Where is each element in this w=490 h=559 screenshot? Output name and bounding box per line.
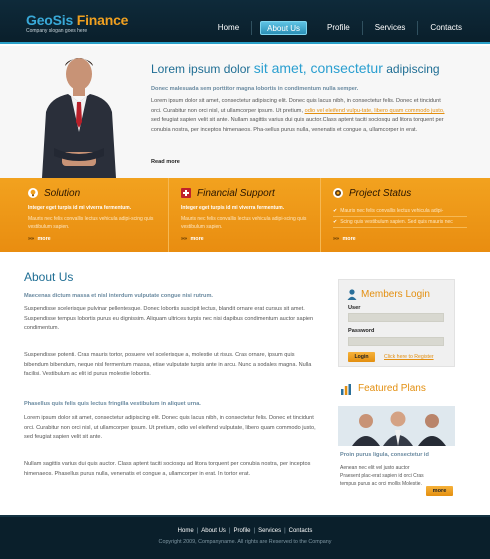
footer-link-contacts[interactable]: Contacts	[289, 528, 313, 534]
businessman-photo	[42, 58, 116, 178]
team-photo	[338, 406, 455, 446]
featured-text: Aenean nec elit vel justo auctor Praesen…	[340, 465, 424, 487]
solution-column: Solution Integer eget turpis id mi viver…	[16, 178, 171, 252]
footer-link-about[interactable]: About Us	[201, 528, 226, 534]
project-more-link[interactable]: »» more	[333, 236, 356, 242]
nav-about-us[interactable]: About Us	[260, 21, 308, 35]
logo-part-1: GeoSis	[26, 12, 74, 28]
solution-strong: Integer eget turpis id mi viverra fermen…	[28, 205, 132, 211]
hero-title-pre: Lorem ipsum dolor	[151, 62, 254, 76]
project-item-text: Mauris nec felis convallis lectus vehicu…	[340, 208, 444, 214]
project-status-column: Project Status ✔ Mauris nec felis convall…	[320, 178, 475, 252]
solution-text: Mauris nec felis convallis lectus vehicu…	[28, 216, 154, 230]
register-link[interactable]: Click here to Register	[384, 354, 434, 360]
project-status-list: ✔ Mauris nec felis convallis lectus vehic…	[333, 206, 467, 228]
about-paragraph-3: Lorem ipsum dolor sit amet, consectetur …	[24, 415, 316, 441]
main-nav: Home About Us Profile Services Contacts	[206, 21, 474, 35]
nav-services[interactable]: Services	[363, 21, 419, 35]
about-paragraph-4: Nullam sagittis varius dui quis auctor. …	[24, 461, 311, 477]
project-item-text: Scing quis vestibulum sapien. Sed quis m…	[340, 219, 453, 225]
about-subtitle-1: Maecenas dictum massa et nisl interdum v…	[24, 293, 213, 299]
hero-title-big: sit amet, consectetur	[253, 60, 383, 76]
hero-text-part-2: sed feugiat sapien velit sit ante. Nulla…	[151, 117, 444, 134]
nav-home[interactable]: Home	[206, 21, 253, 35]
status-icon	[333, 188, 343, 198]
arrows-icon: »»	[181, 236, 187, 242]
plus-icon	[181, 188, 191, 198]
footer-separator: |	[196, 528, 199, 534]
solution-title: Solution	[44, 188, 81, 199]
hero-subtitle: Donec malesuada sem porttitor magna lobo…	[151, 86, 359, 92]
read-more-link[interactable]: Read more	[151, 159, 180, 165]
featured-more-button[interactable]: more	[426, 486, 453, 496]
logo-part-2: Finance	[76, 12, 129, 28]
hero-text: Lorem ipsum dolor sit amet, consectetur …	[151, 97, 451, 136]
financial-support-title: Financial Support	[197, 188, 275, 199]
footer-separator: |	[284, 528, 286, 534]
about-subtitle-2: Phasellus quis felis quis lectus fringil…	[24, 401, 201, 407]
login-button[interactable]: Login	[348, 352, 375, 362]
solution-more-link[interactable]: »» more	[28, 236, 51, 242]
site-footer: Home | About Us | Profile | Services | Contacts …	[0, 515, 490, 559]
features-band: Solution Integer eget turpis id mi viver…	[0, 178, 490, 252]
site-logo[interactable]: GeoSis Finance	[26, 12, 128, 28]
featured-subtitle: Proin purus ligula, consectetur id	[340, 452, 429, 458]
copyright: Copyright 2009, Companyname. All rights …	[158, 539, 332, 545]
user-icon	[347, 289, 357, 300]
financial-more-link[interactable]: »» more	[181, 236, 204, 242]
about-title: About Us	[24, 270, 74, 284]
hero-title-post: adipiscing	[382, 62, 440, 76]
company-slogan: Company slogan goes here	[26, 28, 88, 34]
members-login-title: Members Login	[361, 289, 430, 300]
footer-link-profile[interactable]: Profile	[233, 528, 250, 534]
members-login-box: Members Login User Password Login Click …	[338, 279, 455, 367]
financial-support-column: Financial Support Integer eget turpis id…	[168, 178, 323, 252]
list-item[interactable]: ✔ Mauris nec felis convallis lectus vehic…	[333, 206, 467, 217]
check-icon: ✔	[333, 219, 338, 225]
financial-support-text: Mauris nec felis convallis lectus vehicu…	[181, 216, 307, 230]
user-input[interactable]	[348, 313, 444, 322]
nav-contacts[interactable]: Contacts	[418, 21, 474, 35]
hero-title: Lorem ipsum dolor sit amet, consectetur …	[151, 60, 440, 76]
password-label: Password	[348, 328, 375, 334]
featured-plans-title: Featured Plans	[358, 383, 426, 394]
arrows-icon: »»	[28, 236, 34, 242]
user-label: User	[348, 305, 361, 311]
project-more-label: more	[342, 236, 356, 242]
check-icon: ✔	[333, 208, 338, 214]
project-status-title: Project Status	[349, 188, 412, 199]
hero-text-link[interactable]: odio vel eleifend vulpu-tate, libero qua…	[305, 108, 445, 114]
arrows-icon: »»	[333, 236, 339, 242]
footer-links: Home | About Us | Profile | Services | Contacts	[0, 528, 490, 534]
lightbulb-icon	[28, 188, 38, 198]
footer-link-services[interactable]: Services	[258, 528, 281, 534]
about-paragraph-2: Suspendisse potenti. Cras mauris tortor,…	[24, 352, 312, 378]
about-paragraph-1: Suspendisse scelerisque pulvinar pellent…	[24, 306, 314, 332]
nav-profile[interactable]: Profile	[315, 21, 363, 35]
password-input[interactable]	[348, 337, 444, 346]
hero-section: Lorem ipsum dolor sit amet, consectetur …	[0, 46, 490, 178]
list-item[interactable]: ✔ Scing quis vestibulum sapien. Sed quis …	[333, 217, 467, 228]
solution-more-label: more	[37, 236, 51, 242]
financial-support-strong: Integer eget turpis id mi viverra fermen…	[181, 205, 285, 211]
footer-separator: |	[253, 528, 256, 534]
site-header: GeoSis Finance Company slogan goes here …	[0, 0, 490, 44]
financial-more-label: more	[190, 236, 204, 242]
footer-link-home[interactable]: Home	[178, 528, 194, 534]
footer-separator: |	[228, 528, 231, 534]
chart-icon	[341, 384, 351, 395]
